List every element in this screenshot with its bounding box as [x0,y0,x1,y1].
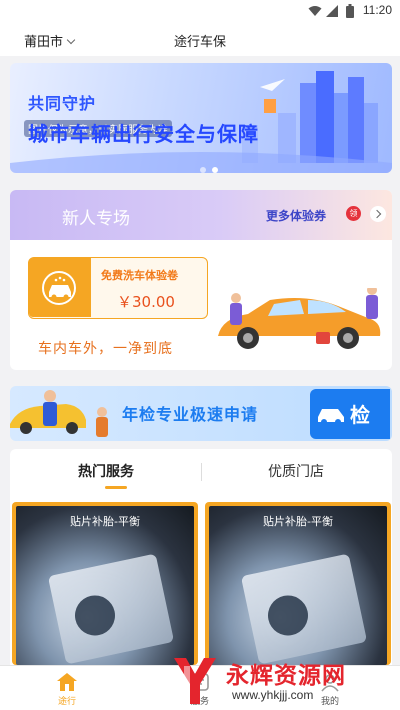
clock: 11:20 [362,3,392,17]
home-icon [57,673,77,691]
new-user-section: 新人专场 更多体验券 领 免费洗车体验卷 ￥30.00 车内车外，一净到底 [10,190,392,370]
carousel-dot[interactable] [200,167,206,173]
car-icon [318,409,344,425]
banner-subheadline: 城市车辆出行安全与保障 [28,122,259,146]
car-people-illustration [10,390,108,437]
signal-icon [326,5,338,17]
status-bar: 11:20 [0,0,400,22]
top-navbar: 莆田市 途行车保 [0,22,400,56]
wifi-icon [308,6,322,16]
service-card-title: 贴片补胎-平衡 [70,515,140,528]
tab-divider [201,463,202,481]
watermark-url: www.yhkjjj.com [232,688,314,702]
tab-home-label: 途行 [57,697,76,707]
banner-headline: 共同守护 [28,94,97,113]
more-coupons-link[interactable]: 更多体验券 [266,207,326,224]
carousel-indicator [200,158,224,173]
annual-inspection-banner[interactable]: 年检专业极速申请 检 [10,386,392,441]
car-wash-illustration [218,288,381,349]
services-section: 热门服务 优质门店 贴片补胎-平衡 贴片补胎-平衡 [10,449,392,665]
tab-hot-services[interactable]: 热门服务 [78,461,134,481]
tab-home[interactable]: 途行 [17,666,117,710]
service-photo [209,506,387,665]
watermark-name: 永辉资源网 [226,663,346,689]
tab-quality-stores[interactable]: 优质门店 [268,461,324,481]
active-tab-indicator [105,486,127,489]
annual-inspection-text: 年检专业极速申请 [122,405,259,424]
claim-badge[interactable]: 领 [346,206,361,221]
car-wash-icon [29,258,91,317]
coupon-label: 免费洗车体验卷 [101,269,178,282]
chevron-down-icon [66,35,76,45]
service-card[interactable]: 贴片补胎-平衡 [12,502,198,665]
coupon-price: ￥30.00 [117,293,175,311]
city-selector[interactable]: 莆田市 [24,31,76,50]
service-card[interactable]: 贴片补胎-平衡 [205,502,391,665]
new-user-header: 新人专场 更多体验券 领 [10,190,392,240]
watermark: 永辉资源网 www.yhkjjj.com [170,652,400,710]
promo-banner[interactable]: 共同守护 图片仅为示意，以实际服务为准 城市车辆出行安全与保障 [10,63,392,173]
service-photo [16,506,194,665]
chevron-right-icon[interactable] [370,206,386,222]
battery-icon [346,4,354,18]
car-wash-slogan: 车内车外，一净到底 [38,341,173,357]
service-card-title: 贴片补胎-平衡 [263,515,333,528]
carousel-dot-active[interactable] [212,167,218,173]
car-wash-coupon[interactable]: 免费洗车体验卷 ￥30.00 [28,257,208,319]
new-user-title: 新人专场 [62,209,130,229]
inspection-badge: 检 [350,403,370,427]
city-label: 莆田市 [24,35,64,50]
watermark-logo-icon [174,658,216,704]
